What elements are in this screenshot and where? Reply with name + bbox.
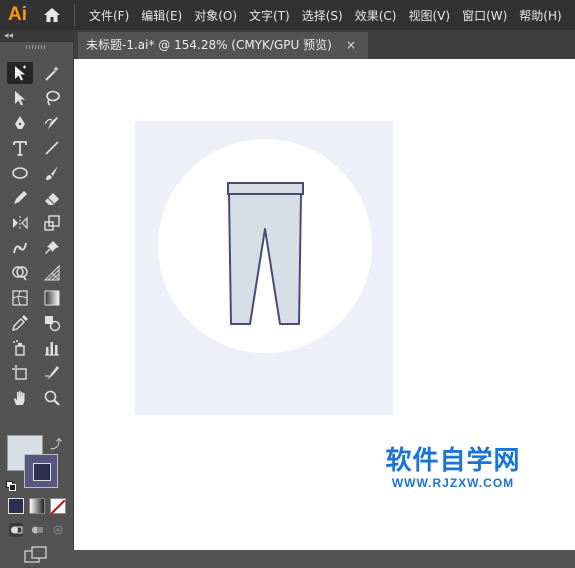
column-graph-icon[interactable] bbox=[39, 337, 65, 359]
eraser-icon[interactable] bbox=[39, 187, 65, 209]
menu-select[interactable]: 选择(S) bbox=[296, 7, 349, 24]
document-tab-bar: 未标题-1.ai* @ 154.28% (CMYK/GPU 预览) × bbox=[74, 30, 575, 59]
pants-illustration[interactable] bbox=[225, 181, 305, 331]
selection-icon[interactable] bbox=[7, 62, 33, 84]
close-icon[interactable]: × bbox=[346, 32, 356, 59]
pin-icon[interactable] bbox=[39, 237, 65, 259]
hand-icon[interactable] bbox=[7, 387, 33, 409]
stroke-inner bbox=[33, 463, 51, 481]
pen-icon[interactable] bbox=[7, 112, 33, 134]
panel-grip[interactable] bbox=[26, 45, 46, 49]
menu-view[interactable]: 视图(V) bbox=[402, 7, 456, 24]
menu-window[interactable]: 窗口(W) bbox=[456, 7, 513, 24]
tools-panel: ◂◂ ⤴ bbox=[0, 30, 74, 563]
menu-separator bbox=[74, 4, 75, 26]
zoom-icon[interactable] bbox=[39, 387, 65, 409]
menu-items: 文件(F) 编辑(E) 对象(O) 文字(T) 选择(S) 效果(C) 视图(V… bbox=[83, 7, 568, 24]
gradient-mode-button[interactable] bbox=[29, 498, 45, 514]
pencil-icon[interactable] bbox=[7, 187, 33, 209]
document-tab[interactable]: 未标题-1.ai* @ 154.28% (CMYK/GPU 预览) × bbox=[78, 32, 368, 59]
draw-behind-icon[interactable] bbox=[29, 522, 45, 538]
draw-inside-icon[interactable] bbox=[50, 522, 66, 538]
menu-object[interactable]: 对象(O) bbox=[188, 7, 243, 24]
curvature-icon[interactable] bbox=[39, 112, 65, 134]
shape-builder-icon[interactable] bbox=[7, 262, 33, 284]
puppet-warp-icon[interactable] bbox=[7, 237, 33, 259]
swap-fill-stroke-icon[interactable]: ⤴ bbox=[50, 435, 62, 452]
home-icon[interactable] bbox=[42, 5, 62, 25]
reflect-icon[interactable] bbox=[7, 212, 33, 234]
watermark: 软件自学网 WWW.RJZXW.COM bbox=[378, 446, 528, 490]
gradient-icon[interactable] bbox=[39, 287, 65, 309]
color-mode-button[interactable] bbox=[8, 498, 24, 514]
pants-waistband-shape bbox=[227, 182, 304, 195]
tools-panel-header: ◂◂ bbox=[0, 30, 73, 42]
app-logo: Ai bbox=[8, 4, 27, 25]
type-icon[interactable] bbox=[7, 137, 33, 159]
line-segment-icon[interactable] bbox=[39, 137, 65, 159]
menu-bar: Ai 文件(F) 编辑(E) 对象(O) 文字(T) 选择(S) 效果(C) 视… bbox=[0, 0, 575, 31]
stroke-color-swatch[interactable] bbox=[24, 454, 58, 488]
paintbrush-icon[interactable] bbox=[39, 162, 65, 184]
document-tab-title: 未标题-1.ai* @ 154.28% (CMYK/GPU 预览) bbox=[86, 38, 332, 52]
none-mode-button[interactable] bbox=[50, 498, 66, 515]
lasso-icon[interactable] bbox=[39, 87, 65, 109]
draw-normal-icon[interactable] bbox=[8, 522, 24, 538]
artboard-icon[interactable] bbox=[7, 362, 33, 384]
menu-effect[interactable]: 效果(C) bbox=[349, 7, 403, 24]
ellipse-icon[interactable] bbox=[7, 162, 33, 184]
watermark-title: 软件自学网 bbox=[385, 446, 521, 476]
symbol-sprayer-icon[interactable] bbox=[7, 337, 33, 359]
menu-file[interactable]: 文件(F) bbox=[83, 7, 135, 24]
direct-selection-icon[interactable] bbox=[7, 87, 33, 109]
menu-type[interactable]: 文字(T) bbox=[243, 7, 296, 24]
blend-icon[interactable] bbox=[39, 312, 65, 334]
canvas[interactable]: 软件自学网 WWW.RJZXW.COM bbox=[74, 59, 575, 550]
perspective-grid-icon[interactable] bbox=[39, 262, 65, 284]
slice-icon[interactable] bbox=[39, 362, 65, 384]
menu-edit[interactable]: 编辑(E) bbox=[135, 7, 188, 24]
eyedropper-icon[interactable] bbox=[7, 312, 33, 334]
magic-wand-icon[interactable] bbox=[39, 62, 65, 84]
menu-help[interactable]: 帮助(H) bbox=[513, 7, 567, 24]
screen-mode-icon[interactable] bbox=[24, 546, 48, 564]
pants-legs-shape bbox=[228, 193, 302, 325]
mesh-icon[interactable] bbox=[7, 287, 33, 309]
default-fill-stroke-icon[interactable] bbox=[6, 476, 16, 491]
scale-icon[interactable] bbox=[39, 212, 65, 234]
watermark-url: WWW.RJZXW.COM bbox=[391, 476, 515, 490]
collapse-icon[interactable]: ◂◂ bbox=[4, 30, 13, 42]
